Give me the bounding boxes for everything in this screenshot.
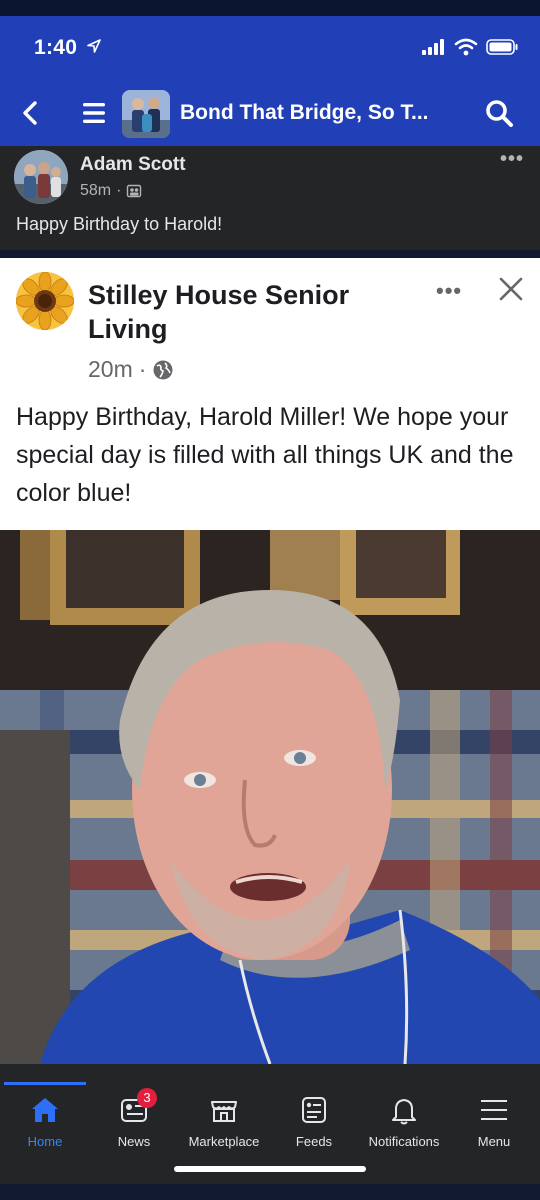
page-avatar[interactable]: [16, 272, 74, 330]
portrait-image: [0, 530, 540, 1064]
group-privacy-icon: [127, 184, 142, 198]
meta-separator: ·: [138, 356, 147, 382]
tab-label: Marketplace: [188, 1134, 260, 1149]
embedded-post: Stilley House Senior Living 20m · ••• Ha…: [0, 258, 540, 530]
group-nav-bar: Bond That Bridge, So T...: [0, 82, 540, 146]
marketplace-icon: [211, 1101, 237, 1122]
location-arrow-icon: [87, 39, 101, 53]
tab-news[interactable]: 3 News: [89, 1088, 179, 1154]
more-options-icon[interactable]: •••: [500, 148, 524, 171]
notification-badge: 3: [137, 1088, 157, 1108]
active-tab-indicator: [4, 1082, 86, 1085]
tab-label: Menu: [477, 1134, 511, 1149]
device-frame-top: [0, 0, 540, 16]
home-icon: [32, 1098, 58, 1122]
battery-icon: [486, 39, 518, 55]
tab-label: News: [117, 1134, 151, 1149]
close-icon[interactable]: [498, 276, 524, 302]
cellular-signal-icon: [422, 39, 444, 55]
hamburger-menu-icon[interactable]: [82, 100, 106, 126]
back-chevron-icon[interactable]: [18, 100, 44, 126]
device-frame-bottom: [0, 1184, 540, 1200]
page-name[interactable]: Stilley House Senior Living: [88, 278, 388, 346]
tab-label: Notifications: [368, 1134, 440, 1149]
status-indicators: [422, 38, 518, 56]
home-indicator[interactable]: [174, 1166, 366, 1172]
feeds-icon: [302, 1097, 326, 1123]
tab-notifications[interactable]: Notifications: [359, 1094, 449, 1154]
author-photo: [14, 150, 68, 204]
bell-icon: [392, 1099, 416, 1125]
post-text: Happy Birthday, Harold Miller! We hope y…: [16, 403, 514, 507]
author-avatar[interactable]: [14, 150, 68, 204]
tab-label: Home: [27, 1134, 63, 1149]
tab-label: Feeds: [295, 1134, 333, 1149]
globe-icon: [153, 360, 173, 379]
group-avatar[interactable]: [122, 90, 170, 138]
group-title[interactable]: Bond That Bridge, So T...: [180, 101, 429, 125]
search-icon[interactable]: [484, 98, 514, 128]
status-bar: 1:40: [0, 16, 540, 82]
status-time: 1:40: [34, 36, 78, 59]
wifi-icon: [454, 38, 478, 56]
tab-menu[interactable]: Menu: [449, 1094, 539, 1154]
menu-icon: [481, 1100, 507, 1120]
post-time: 20m: [88, 356, 133, 382]
more-options-icon[interactable]: •••: [436, 278, 462, 304]
tab-feeds[interactable]: Feeds: [269, 1094, 359, 1154]
tab-marketplace[interactable]: Marketplace: [179, 1094, 269, 1154]
post-meta: 58m ·: [80, 182, 142, 200]
shared-post-header: Adam Scott 58m · ••• Happy Birthday to H…: [0, 146, 540, 250]
post-time: 58m: [80, 182, 112, 199]
post-text: Happy Birthday to Harold!: [16, 214, 223, 234]
post-meta: 20m ·: [88, 356, 174, 383]
meta-separator: ·: [116, 182, 122, 199]
group-photo: [122, 90, 170, 138]
tab-home[interactable]: Home: [0, 1094, 90, 1154]
sunflower-logo: [16, 272, 74, 330]
post-photo[interactable]: [0, 530, 540, 1064]
author-name[interactable]: Adam Scott: [80, 154, 186, 176]
app-header: 1:40 Bond That Bridge, So T...: [0, 16, 540, 146]
